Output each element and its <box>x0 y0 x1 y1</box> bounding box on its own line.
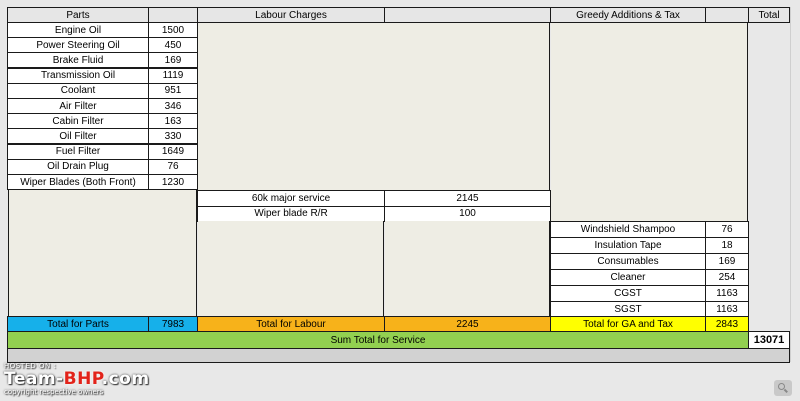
sum-total-value: 13071 <box>748 331 790 349</box>
parts-row-cost: 450 <box>148 37 198 54</box>
header-labour-cost <box>384 7 551 23</box>
labour-row-cost: 100 <box>384 205 551 222</box>
parts-row-cost: 1500 <box>148 22 198 38</box>
greedy-row-cost: 18 <box>705 237 749 254</box>
ga-total-label: Total for GA and Tax <box>550 316 706 332</box>
parts-row-name: Brake Fluid <box>7 52 149 69</box>
parts-empty-area <box>8 190 197 316</box>
greedy-row-cost: 1163 <box>705 285 749 302</box>
parts-row-name: Oil Filter <box>7 128 149 145</box>
parts-total-label: Total for Parts <box>7 316 149 332</box>
parts-row-cost: 1230 <box>148 174 198 190</box>
parts-row-cost: 951 <box>148 82 198 99</box>
greedy-row-name: CGST <box>550 285 706 302</box>
labour-row-cost: 2145 <box>384 190 551 207</box>
gridline <box>790 7 791 362</box>
greedy-row-name: Consumables <box>550 253 706 270</box>
labour-empty-lower-right <box>385 221 550 316</box>
watermark-copyright: copyright respective owners <box>4 388 104 396</box>
parts-row-cost: 330 <box>148 128 198 145</box>
watermark-brand-a: Team- <box>4 369 64 389</box>
labour-row-name: 60k major service <box>197 190 385 207</box>
parts-row-name: Transmission Oil <box>7 67 149 84</box>
greedy-empty-area <box>551 23 748 221</box>
sum-total-label: Sum Total for Service <box>7 331 749 349</box>
parts-row-name: Oil Drain Plug <box>7 158 149 175</box>
labour-total-value: 2245 <box>384 316 551 332</box>
parts-row-name: Cabin Filter <box>7 113 149 130</box>
header-labour: Labour Charges <box>197 7 385 23</box>
parts-total-value: 7983 <box>148 316 198 332</box>
labour-empty-area <box>198 23 550 190</box>
parts-row-cost: 163 <box>148 113 198 130</box>
labour-row-name: Wiper blade R/R <box>197 205 385 222</box>
header-greedy-cost <box>705 7 749 23</box>
parts-row-cost: 1649 <box>148 143 198 160</box>
header-greedy: Greedy Additions & Tax <box>550 7 706 23</box>
ga-total-value: 2843 <box>705 316 749 332</box>
labour-empty-lower-left <box>198 221 384 316</box>
greedy-row-cost: 76 <box>705 221 749 238</box>
magnifier-icon[interactable] <box>774 380 792 396</box>
parts-row-name: Engine Oil <box>7 22 149 38</box>
header-parts: Parts <box>7 7 149 23</box>
parts-row-cost: 346 <box>148 98 198 114</box>
greedy-row-cost: 254 <box>705 269 749 286</box>
parts-row-name: Wiper Blades (Both Front) <box>7 174 149 190</box>
watermark-brand-b: BHP <box>63 369 102 389</box>
greedy-row-cost: 169 <box>705 253 749 270</box>
watermark-logo: Team-BHP.com <box>4 370 150 388</box>
greedy-row-name: Insulation Tape <box>550 237 706 254</box>
watermark: HOSTED ON : Team-BHP.com copyright respe… <box>4 362 150 396</box>
parts-row-name: Coolant <box>7 82 149 99</box>
parts-row-name: Air Filter <box>7 98 149 114</box>
parts-row-cost: 1119 <box>148 67 198 84</box>
header-parts-cost <box>148 7 198 23</box>
labour-total-label: Total for Labour <box>197 316 385 332</box>
parts-row-cost: 76 <box>148 158 198 175</box>
watermark-brand-c: .com <box>101 369 150 389</box>
greedy-row-name: Windshield Shampoo <box>550 221 706 238</box>
spreadsheet: Parts Labour Charges Greedy Additions & … <box>0 0 800 401</box>
parts-row-cost: 169 <box>148 52 198 69</box>
header-total: Total <box>748 7 790 23</box>
parts-row-name: Fuel Filter <box>7 143 149 160</box>
greedy-row-name: Cleaner <box>550 269 706 286</box>
bottom-empty-row <box>7 348 790 363</box>
parts-row-name: Power Steering Oil <box>7 37 149 54</box>
